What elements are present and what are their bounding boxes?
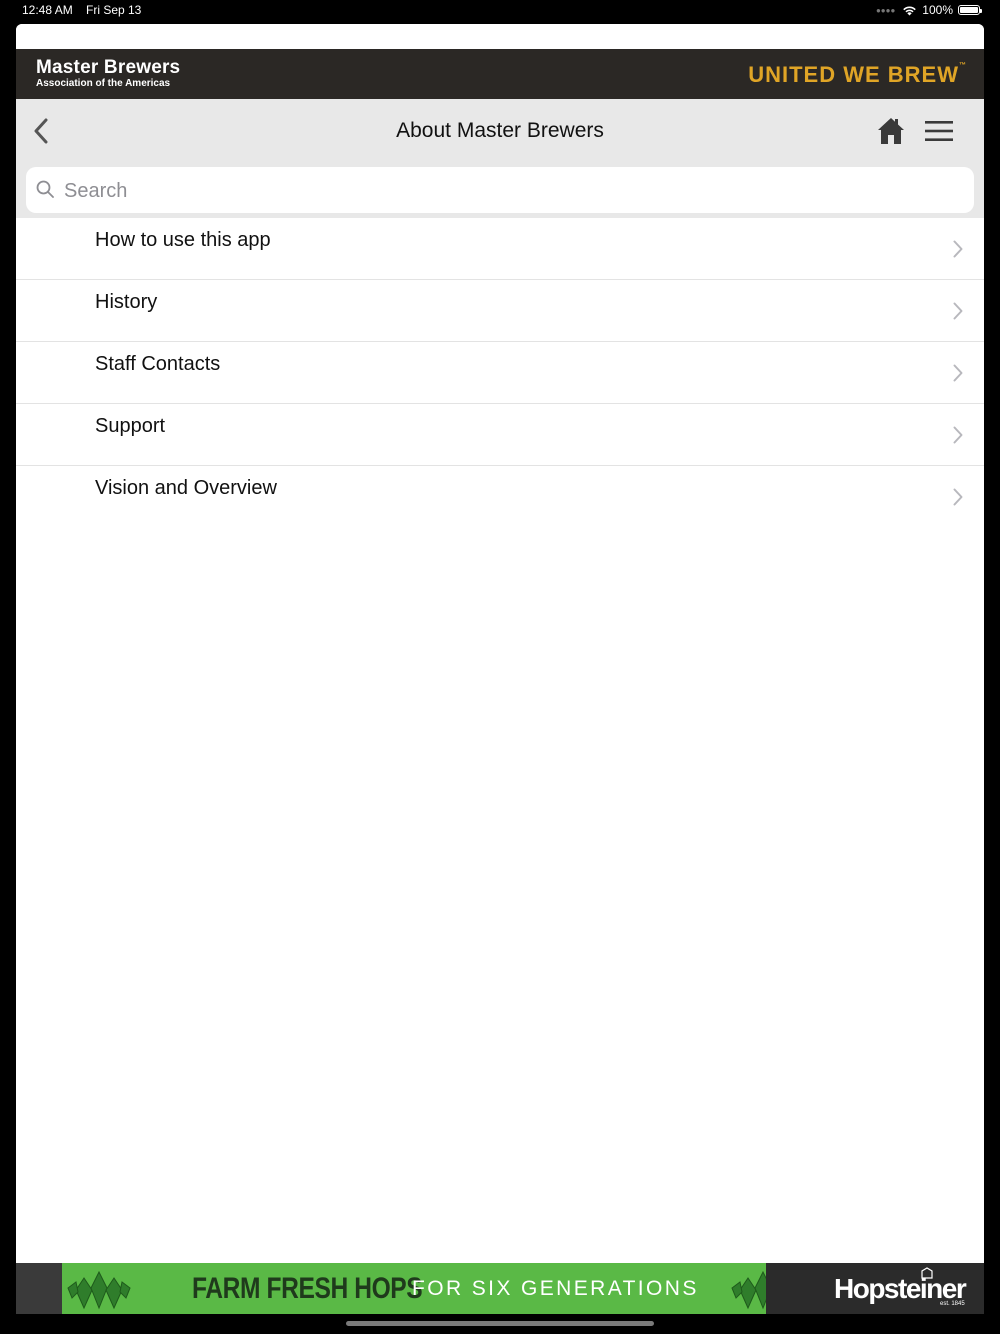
chevron-right-icon bbox=[953, 426, 963, 444]
list-item-how-to-use[interactable]: How to use this app bbox=[16, 218, 984, 280]
menu-button[interactable] bbox=[924, 119, 954, 143]
list-item-label: Vision and Overview bbox=[95, 477, 277, 499]
brand-tagline: UNITED WE BREW™ bbox=[748, 62, 966, 88]
list-item-vision-overview[interactable]: Vision and Overview bbox=[16, 466, 984, 527]
search-box[interactable] bbox=[26, 167, 974, 213]
search-icon bbox=[36, 180, 54, 198]
ad-banner[interactable]: FARM FRESH HOPS FOR SIX GENERATIONS Hops… bbox=[16, 1263, 984, 1314]
list-item-label: History bbox=[95, 291, 158, 313]
hamburger-menu-icon bbox=[925, 121, 953, 141]
app-window: Master Brewers Association of the Americ… bbox=[16, 24, 984, 1314]
top-strip bbox=[16, 24, 984, 49]
hop-cone-icon bbox=[67, 1270, 131, 1310]
page-title: About Master Brewers bbox=[396, 119, 604, 142]
ad-subline: FOR SIX GENERATIONS bbox=[412, 1277, 699, 1300]
home-button[interactable] bbox=[876, 116, 906, 146]
chevron-right-icon bbox=[953, 302, 963, 320]
cellular-signal-icon: ●●●● bbox=[875, 5, 896, 15]
navigation-bar: About Master Brewers bbox=[16, 99, 984, 167]
home-icon bbox=[878, 118, 904, 144]
battery-icon bbox=[958, 5, 982, 15]
home-indicator[interactable] bbox=[346, 1321, 654, 1326]
list-item-label: Staff Contacts bbox=[95, 353, 221, 375]
list-item-label: Support bbox=[95, 415, 166, 437]
tagline-text: UNITED WE BREW bbox=[748, 62, 959, 87]
status-bar: 12:48 AM Fri Sep 13 ●●●● 100% bbox=[0, 0, 1000, 22]
brand-name: Master Brewers bbox=[36, 57, 181, 78]
status-right: ●●●● 100% bbox=[875, 3, 982, 17]
brand-header: Master Brewers Association of the Americ… bbox=[16, 49, 984, 99]
about-menu-list: How to use this app History Staff Contac… bbox=[16, 218, 984, 527]
trademark-mark: ™ bbox=[959, 62, 966, 69]
chevron-right-icon bbox=[953, 364, 963, 382]
wifi-icon bbox=[903, 5, 917, 15]
battery-fill bbox=[960, 7, 978, 13]
status-time: 12:48 AM bbox=[22, 3, 73, 17]
ad-headline: FARM FRESH HOPS bbox=[192, 1272, 423, 1305]
brand-subtitle: Association of the Americas bbox=[36, 78, 171, 89]
ad-left-panel bbox=[16, 1263, 62, 1314]
status-date: Fri Sep 13 bbox=[86, 3, 142, 17]
search-input[interactable] bbox=[62, 175, 946, 207]
battery-percent: 100% bbox=[922, 3, 953, 17]
ad-brand-est: est. 1845 bbox=[940, 1301, 965, 1307]
chevron-right-icon bbox=[953, 240, 963, 258]
search-container bbox=[16, 167, 984, 218]
chevron-right-icon bbox=[953, 488, 963, 506]
list-item-support[interactable]: Support bbox=[16, 404, 984, 466]
master-brewers-logo: Master Brewers Association of the Americ… bbox=[36, 58, 180, 90]
list-item-staff-contacts[interactable]: Staff Contacts bbox=[16, 342, 984, 404]
list-item-label: How to use this app bbox=[95, 229, 271, 251]
list-item-history[interactable]: History bbox=[16, 280, 984, 342]
